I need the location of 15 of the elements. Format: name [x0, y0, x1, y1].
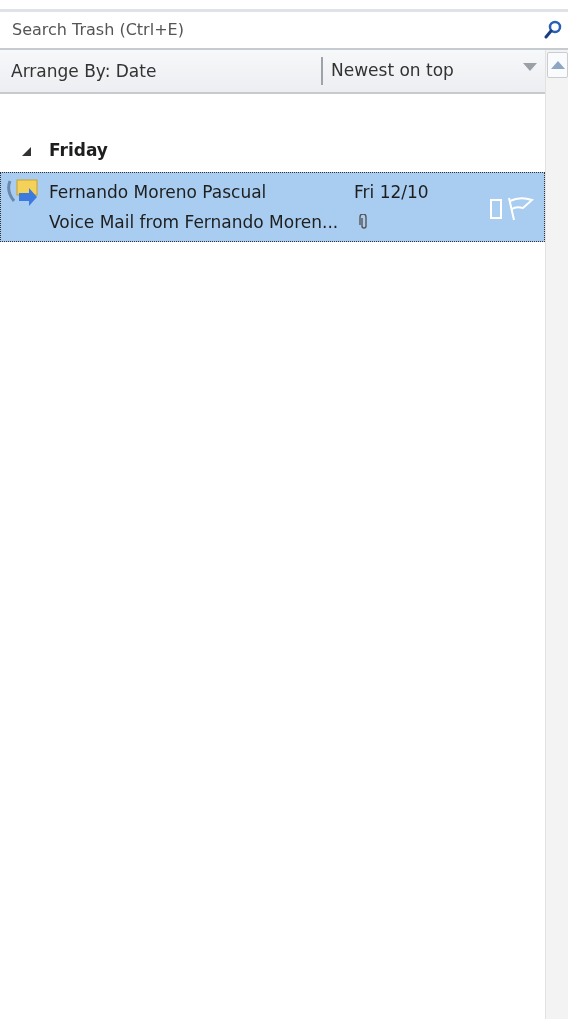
message-item[interactable]: Fernando Moreno Pascual Fri 12/10 Voice Mail from Fernando Moren... [0, 172, 545, 242]
search-field[interactable]: Search Trash (Ctrl+E) [12, 18, 544, 42]
arrange-by-button[interactable]: Arrange By: Date [0, 57, 323, 85]
category-icon[interactable] [490, 199, 502, 219]
sort-order-button[interactable]: Newest on top [323, 58, 523, 84]
collapse-icon[interactable] [22, 146, 31, 156]
message-subject: Voice Mail from Fernando Moren... [49, 211, 337, 234]
message-date: Fri 12/10 [354, 181, 429, 204]
scroll-up-button[interactable] [547, 52, 568, 78]
group-header[interactable]: Friday [49, 138, 108, 164]
arrow-up-icon [550, 61, 565, 69]
flag-icon[interactable] [506, 196, 534, 222]
dropdown-icon[interactable] [523, 62, 537, 72]
sender-name: Fernando Moreno Pascual [49, 181, 268, 204]
search-icon[interactable] [544, 20, 562, 40]
